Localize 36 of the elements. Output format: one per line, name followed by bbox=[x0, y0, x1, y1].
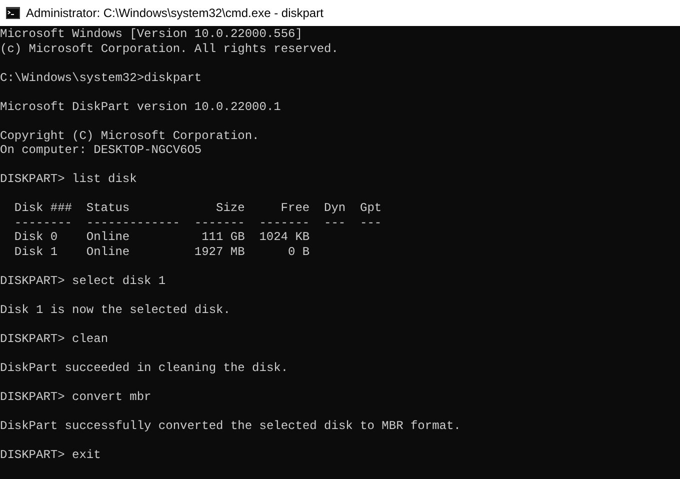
column-header: Dyn bbox=[324, 201, 346, 216]
console-line: Copyright (C) Microsoft Corporation. bbox=[0, 128, 260, 143]
console-line: Microsoft DiskPart version 10.0.22000.1 bbox=[0, 100, 281, 114]
table-cell: 1024 KB bbox=[259, 230, 310, 244]
window-title: Administrator: C:\Windows\system32\cmd.exe - diskpart bbox=[26, 5, 324, 22]
console-line: DISKPART> convert mbr bbox=[0, 390, 152, 404]
separator-dashes: --- bbox=[360, 216, 382, 230]
console-line: DiskPart succeeded in cleaning the disk. bbox=[0, 360, 288, 375]
console-line: On computer: DESKTOP-NGCV6O5 bbox=[0, 143, 202, 158]
console-line: C:\Windows\system32>diskpart bbox=[0, 70, 202, 85]
table-cell-text: 0 B bbox=[287, 244, 310, 259]
table-cell: Online bbox=[86, 230, 130, 244]
console-line: Disk 1 is now the selected disk. bbox=[0, 302, 230, 317]
table-cell: Disk 1 bbox=[14, 244, 58, 259]
separator-dashes: ------------- bbox=[86, 216, 180, 230]
console-line: DiskPart successfully converted the selected disk to MBR format. bbox=[0, 418, 461, 433]
table-cell: Online bbox=[86, 244, 130, 259]
separator-dashes: --- bbox=[324, 216, 346, 230]
console-line: DISKPART> clean bbox=[0, 332, 108, 346]
column-header: Free bbox=[280, 201, 310, 216]
column-header: Status bbox=[86, 201, 130, 216]
console-icon bbox=[6, 7, 20, 19]
column-header: Gpt bbox=[360, 201, 382, 216]
console-line: Microsoft Windows [Version 10.0.22000.556] bbox=[0, 27, 302, 42]
console-line: (c) Microsoft Corporation. All rights reserved. bbox=[0, 42, 338, 56]
separator-dashes: -------- bbox=[14, 216, 72, 230]
console-line: DISKPART> select disk 1 bbox=[0, 274, 166, 288]
column-header: Disk ### bbox=[14, 201, 72, 216]
separator-dashes: ------- bbox=[194, 216, 245, 230]
table-cell: 1927 MB bbox=[194, 244, 245, 259]
separator-dashes: ------- bbox=[259, 216, 310, 230]
table-cell-text: 111 GB bbox=[200, 230, 245, 244]
console-line: DISKPART> list disk bbox=[0, 172, 137, 186]
column-header: Size bbox=[215, 201, 245, 216]
console-line: DISKPART> exit bbox=[0, 448, 101, 462]
table-cell: Disk 0 bbox=[14, 230, 58, 244]
